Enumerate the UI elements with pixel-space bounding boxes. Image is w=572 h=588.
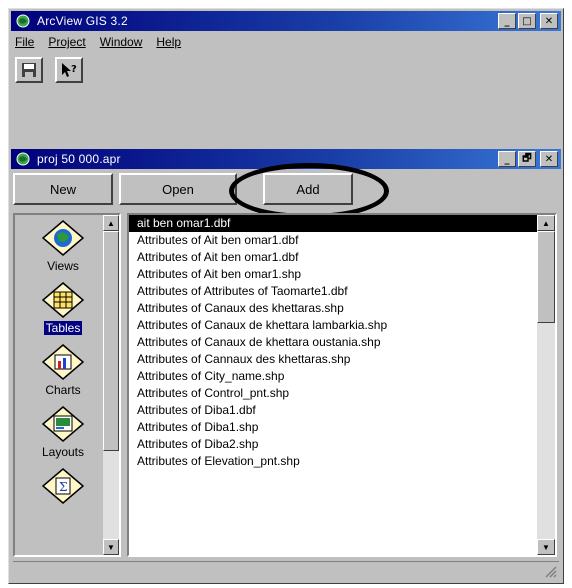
doc-type-scrollbar[interactable]: ▲ ▼ bbox=[103, 215, 119, 555]
document-list-scrollbar[interactable]: ▲ ▼ bbox=[537, 215, 555, 555]
document-list-item[interactable]: ait ben omar1.dbf bbox=[129, 215, 539, 232]
charts-bar-icon bbox=[41, 344, 85, 380]
doc-type-label: Layouts bbox=[41, 445, 85, 459]
resize-grip-icon[interactable] bbox=[543, 564, 557, 578]
document-list-item[interactable]: Attributes of Canaux de khettara oustani… bbox=[129, 334, 539, 351]
minimize-button[interactable]: _ bbox=[498, 13, 516, 29]
document-list-item[interactable]: Attributes of Diba1.dbf bbox=[129, 402, 539, 419]
doc-type-label: Charts bbox=[45, 383, 81, 397]
document-list-item[interactable]: Attributes of Cannaux des khettaras.shp bbox=[129, 351, 539, 368]
document-list-item[interactable]: Attributes of Canaux de khettara lambark… bbox=[129, 317, 539, 334]
close-button[interactable]: ✕ bbox=[540, 13, 558, 29]
scroll-down-button[interactable]: ▼ bbox=[537, 539, 555, 555]
app-titlebar[interactable]: ArcView GIS 3.2 _ □ ✕ bbox=[11, 11, 561, 31]
document-list-item[interactable]: Attributes of Diba1.shp bbox=[129, 419, 539, 436]
document-list-item[interactable]: Attributes of Ait ben omar1.dbf bbox=[129, 232, 539, 249]
doc-type-label: Views bbox=[47, 259, 79, 273]
scroll-thumb[interactable] bbox=[537, 231, 555, 323]
project-window-controls: _ 🗗 ✕ bbox=[498, 151, 558, 167]
views-globe-icon bbox=[41, 220, 85, 256]
doc-type-charts[interactable]: Charts bbox=[23, 343, 103, 397]
document-list: ait ben omar1.dbf Attributes of Ait ben o… bbox=[129, 215, 539, 470]
scroll-up-button[interactable]: ▲ bbox=[103, 215, 119, 231]
open-button[interactable]: Open bbox=[119, 173, 237, 205]
doc-type-tables[interactable]: Tables bbox=[23, 281, 103, 335]
menu-window[interactable]: Window bbox=[100, 35, 143, 49]
menu-project[interactable]: Project bbox=[48, 35, 85, 49]
add-button-highlight-ring bbox=[229, 163, 389, 219]
help-pointer-button[interactable]: ? bbox=[55, 57, 83, 83]
scroll-down-button[interactable]: ▼ bbox=[103, 539, 119, 555]
doc-type-label: Tables bbox=[43, 321, 83, 335]
arcview-app-window: ArcView GIS 3.2 _ □ ✕ File Project Windo… bbox=[8, 8, 564, 584]
document-list-item[interactable]: Attributes of Ait ben omar1.dbf bbox=[129, 249, 539, 266]
layouts-map-icon bbox=[41, 406, 85, 442]
project-title: proj 50 000.apr bbox=[37, 152, 121, 166]
menu-file[interactable]: File bbox=[15, 35, 34, 49]
scroll-up-button[interactable]: ▲ bbox=[537, 215, 555, 231]
status-bar bbox=[13, 561, 559, 579]
project-window: proj 50 000.apr _ 🗗 ✕ New Open Add Views bbox=[11, 149, 561, 583]
app-window-controls: _ □ ✕ bbox=[498, 13, 558, 29]
save-icon bbox=[22, 63, 36, 77]
document-list-pane: ait ben omar1.dbf Attributes of Ait ben o… bbox=[127, 213, 557, 557]
save-button[interactable] bbox=[15, 57, 43, 83]
svg-text:?: ? bbox=[71, 64, 77, 75]
project-globe-icon bbox=[16, 152, 30, 166]
scroll-thumb[interactable] bbox=[103, 231, 119, 451]
scripts-icon: Σ bbox=[41, 468, 85, 504]
document-list-item[interactable]: Attributes of Canaux des khettaras.shp bbox=[129, 300, 539, 317]
doc-type-scripts[interactable]: Σ bbox=[23, 467, 103, 505]
toolbar: ? bbox=[15, 57, 83, 83]
document-list-item[interactable]: Attributes of Ait ben omar1.shp bbox=[129, 266, 539, 283]
project-close-button[interactable]: ✕ bbox=[540, 151, 558, 167]
doc-type-layouts[interactable]: Layouts bbox=[23, 405, 103, 459]
new-button[interactable]: New bbox=[13, 173, 113, 205]
tables-grid-icon bbox=[41, 282, 85, 318]
document-list-item[interactable]: Attributes of Diba2.shp bbox=[129, 436, 539, 453]
maximize-button[interactable]: □ bbox=[518, 13, 536, 29]
menu-bar: File Project Window Help bbox=[11, 32, 181, 52]
document-list-item[interactable]: Attributes of Control_pnt.shp bbox=[129, 385, 539, 402]
document-list-item[interactable]: Attributes of Elevation_pnt.shp bbox=[129, 453, 539, 470]
document-type-pane: Views Tables Charts Layouts Σ ▲ ▼ bbox=[13, 213, 121, 557]
document-list-item[interactable]: Attributes of Attributes of Taomarte1.db… bbox=[129, 283, 539, 300]
project-restore-button[interactable]: 🗗 bbox=[518, 151, 536, 167]
scroll-track[interactable] bbox=[103, 451, 119, 539]
document-list-item[interactable]: Attributes of City_name.shp bbox=[129, 368, 539, 385]
project-minimize-button[interactable]: _ bbox=[498, 151, 516, 167]
menu-help[interactable]: Help bbox=[156, 35, 181, 49]
arcview-globe-icon bbox=[16, 14, 30, 28]
app-title: ArcView GIS 3.2 bbox=[37, 14, 128, 28]
help-pointer-icon: ? bbox=[62, 63, 77, 77]
doc-type-views[interactable]: Views bbox=[23, 219, 103, 273]
svg-text:Σ: Σ bbox=[59, 480, 67, 494]
